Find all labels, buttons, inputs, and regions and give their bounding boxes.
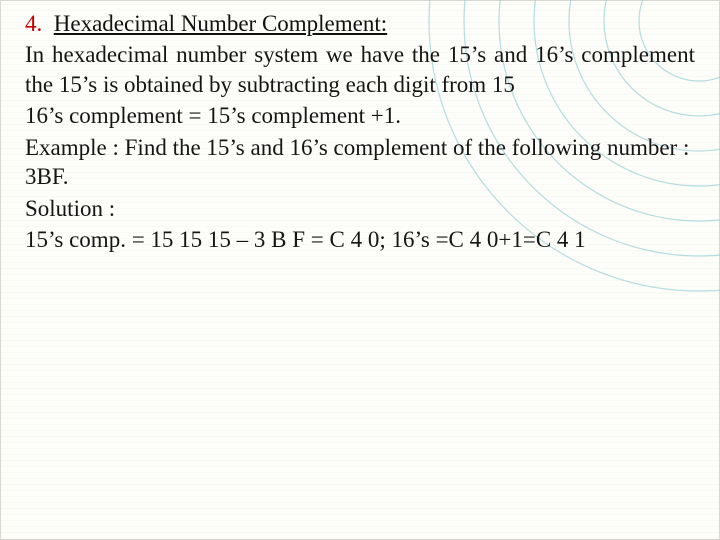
heading-number: 4. (25, 11, 42, 36)
paragraph-solution-label: Solution : (25, 194, 695, 223)
paragraph-solution: 15’s comp. = 15 15 15 – 3 B F = C 4 0; 1… (25, 225, 695, 254)
slide: 4. Hexadecimal Number Complement: In hex… (0, 0, 720, 540)
paragraph-example: Example : Find the 15’s and 16’s complem… (25, 133, 695, 192)
content-block: 4. Hexadecimal Number Complement: In hex… (25, 9, 695, 257)
heading: 4. Hexadecimal Number Complement: (25, 9, 695, 38)
paragraph-intro: In hexadecimal number system we have the… (25, 40, 695, 99)
paragraph-formula: 16’s complement = 15’s complement +1. (25, 101, 695, 130)
heading-title: Hexadecimal Number Complement: (54, 11, 387, 36)
